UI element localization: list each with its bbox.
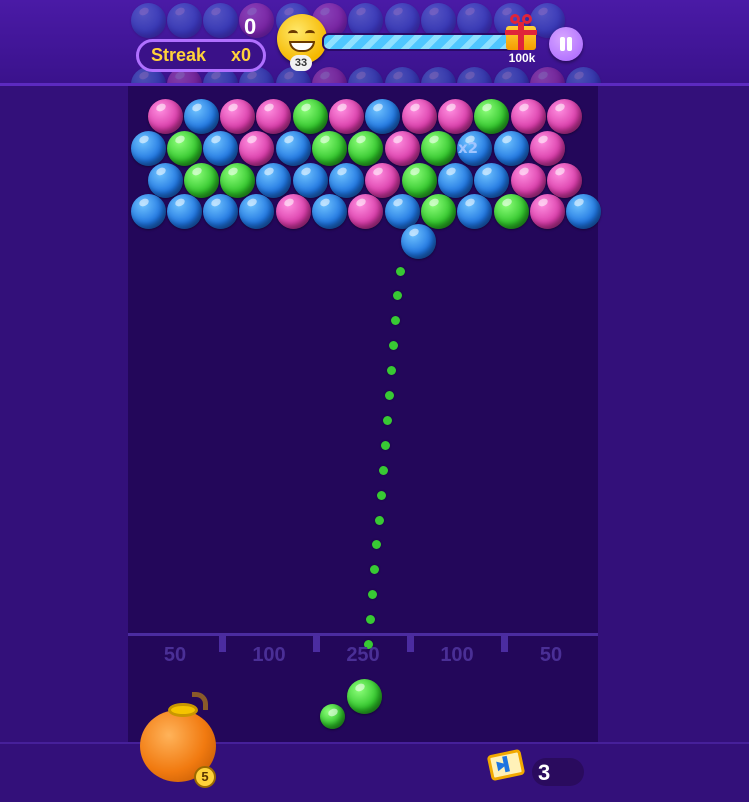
score-zone-label: 100 xyxy=(440,644,474,666)
bubble-green xyxy=(220,162,256,198)
bubble-pink xyxy=(510,98,546,134)
score-zone-label: 50 xyxy=(539,644,563,666)
bubble-green xyxy=(493,193,529,229)
bubble-blue xyxy=(256,162,292,198)
current-bubble xyxy=(346,678,382,714)
bubble-pink xyxy=(365,162,401,198)
bubble-pink xyxy=(529,193,565,229)
bubble-pink xyxy=(510,162,546,198)
score-zone-divider xyxy=(219,636,226,652)
multiplier-label: x2 xyxy=(458,139,479,157)
score-zone-divider xyxy=(407,636,414,652)
bubble-blue xyxy=(130,130,166,166)
bubble-pink xyxy=(329,98,364,134)
score-zone-label: 250 xyxy=(346,644,380,666)
score-zone-label: 50 xyxy=(163,644,187,666)
faded-bubble xyxy=(420,66,456,83)
aim-dot xyxy=(374,515,384,525)
bubble-pink xyxy=(220,98,256,134)
score-zone-divider xyxy=(313,636,320,652)
streak-value: x0 xyxy=(230,45,251,65)
bubble-green xyxy=(348,130,384,166)
bubble-pink xyxy=(348,193,384,229)
bubble-blue xyxy=(365,98,401,134)
aim-dot xyxy=(395,266,405,276)
bubble-pink xyxy=(437,98,473,134)
faded-bubble xyxy=(493,66,529,83)
bubble-pink xyxy=(275,193,311,229)
bubble-blue xyxy=(275,130,311,166)
bubble-blue xyxy=(493,130,529,166)
bubble-green xyxy=(420,193,456,229)
progress-fill xyxy=(324,35,514,49)
bubble-blue xyxy=(384,193,420,229)
score-zone-label: 100 xyxy=(252,644,286,666)
faded-bubble xyxy=(566,66,602,83)
bubble-pink xyxy=(256,98,292,134)
aim-dot xyxy=(376,490,386,500)
level-badge: 33 xyxy=(290,55,312,71)
bubble-green xyxy=(166,130,202,166)
bubble-green xyxy=(292,98,328,134)
aim-dot xyxy=(378,465,388,475)
bubble-blue xyxy=(457,193,493,229)
bubble-blue xyxy=(130,193,166,229)
faded-bubble xyxy=(529,66,565,83)
gift-box-icon[interactable] xyxy=(503,14,539,50)
bubble-pink xyxy=(384,130,420,166)
bubble-blue xyxy=(166,193,202,229)
bubble-blue xyxy=(203,193,239,229)
faded-bubble xyxy=(384,66,420,83)
bubble-blue xyxy=(329,162,364,198)
bubble-blue xyxy=(203,130,239,166)
bubble-blue xyxy=(239,193,275,229)
faded-bubble xyxy=(348,66,384,83)
bomb-fuse xyxy=(192,692,208,710)
bomb-booster-button[interactable]: 5 xyxy=(138,690,220,790)
faded-bubble xyxy=(203,2,239,38)
bubble-green xyxy=(312,130,347,166)
faded-bubble xyxy=(166,2,202,38)
score-zone-divider xyxy=(501,636,508,652)
bubble-green xyxy=(474,98,510,134)
aim-dot xyxy=(380,440,390,450)
aim-dot xyxy=(385,391,394,400)
bubble-blue xyxy=(312,193,347,229)
bubble-blue xyxy=(147,162,183,198)
bubble-blue xyxy=(566,193,602,229)
pause-button[interactable] xyxy=(549,27,583,61)
score-zone-line xyxy=(128,633,598,636)
next-bubble xyxy=(319,703,345,729)
left-side-panel xyxy=(0,0,128,800)
aim-dot xyxy=(382,415,392,425)
bubble-pink xyxy=(546,98,582,134)
bubble-blue xyxy=(400,223,436,259)
bubble-blue xyxy=(437,162,473,198)
faded-bubble xyxy=(312,66,347,83)
bubble-blue xyxy=(474,162,510,198)
bubble-pink xyxy=(546,162,582,198)
bubble-pink xyxy=(239,130,275,166)
right-side-panel xyxy=(598,0,749,800)
bubble-green xyxy=(401,162,437,198)
bubble-green xyxy=(183,162,219,198)
score-counter: 0 xyxy=(244,14,257,39)
faded-bubble xyxy=(457,66,493,83)
streak-indicator: Streak x0 xyxy=(136,39,266,72)
bubble-pink xyxy=(401,98,437,134)
faded-bubble xyxy=(130,2,166,38)
bottom-bar xyxy=(0,742,749,802)
progress-bar xyxy=(322,33,516,51)
bomb-count-badge: 5 xyxy=(194,766,216,788)
bubble-blue xyxy=(292,162,328,198)
reward-label: 100k xyxy=(508,51,536,65)
bubble-green xyxy=(420,130,456,166)
streak-label: Streak xyxy=(151,45,207,65)
bubble-blue xyxy=(183,98,219,134)
swap-count: 3 xyxy=(538,760,551,785)
bubble-pink xyxy=(147,98,183,134)
bubble-pink xyxy=(529,130,565,166)
